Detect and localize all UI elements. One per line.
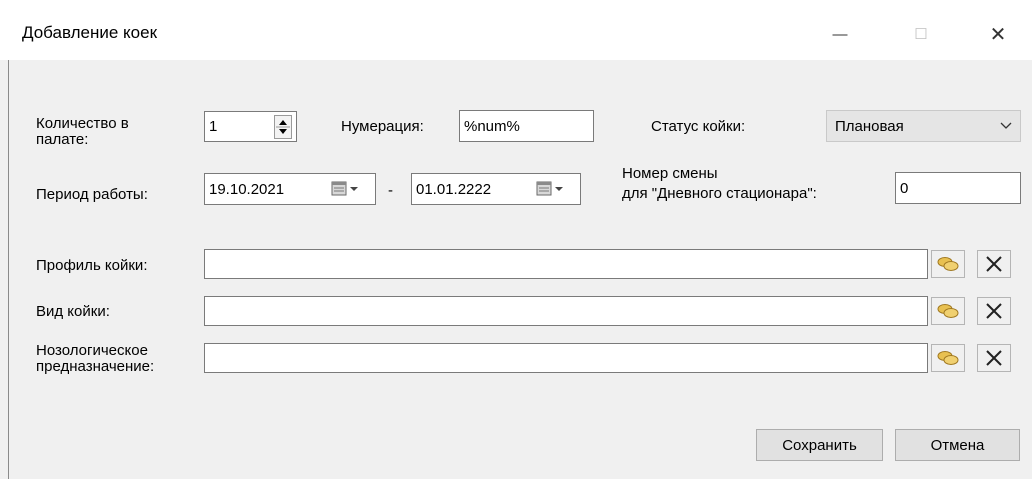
spinner-icon <box>276 120 290 134</box>
profile-label: Профиль койки: <box>36 257 148 274</box>
nosology-lookup-button[interactable] <box>931 344 965 372</box>
status-value: Плановая <box>835 117 904 135</box>
title-bar: Добавление коек — ☐ ✕ <box>0 0 1032 60</box>
numbering-field[interactable]: %num% <box>459 110 594 142</box>
cancel-button-label: Отмена <box>930 436 985 454</box>
clear-icon <box>986 256 1002 272</box>
maximize-icon: ☐ <box>914 26 928 43</box>
type-clear-button[interactable] <box>977 297 1011 325</box>
clear-icon <box>986 303 1002 319</box>
nosology-clear-button[interactable] <box>977 344 1011 372</box>
profile-field[interactable] <box>204 249 928 279</box>
period-to-calendar-button[interactable] <box>535 178 575 200</box>
shift-label-line1: Номер смены <box>622 165 718 182</box>
calendar-icon <box>331 181 358 196</box>
nosology-field[interactable] <box>204 343 928 373</box>
minimize-button[interactable]: — <box>817 14 863 54</box>
type-field[interactable] <box>204 296 928 326</box>
lookup-icon <box>937 304 959 318</box>
minimize-icon: — <box>832 25 848 43</box>
maximize-button[interactable]: ☐ <box>898 14 944 54</box>
window-left-border <box>0 60 9 479</box>
count-label: Количество в палате: <box>36 115 129 148</box>
profile-clear-button[interactable] <box>977 250 1011 278</box>
period-from-calendar-button[interactable] <box>330 178 370 200</box>
lookup-icon <box>937 257 959 271</box>
calendar-icon <box>536 181 563 196</box>
save-button[interactable]: Сохранить <box>756 429 883 461</box>
lookup-icon <box>937 351 959 365</box>
close-button[interactable]: ✕ <box>975 14 1021 54</box>
type-lookup-button[interactable] <box>931 297 965 325</box>
nosology-label: Нозологическое предназначение: <box>36 342 155 375</box>
period-to-value: 01.01.2222 <box>416 180 492 198</box>
shift-label-line2: для "Дневного стационара": <box>622 185 817 202</box>
numbering-value: %num% <box>464 117 520 135</box>
shift-value: 0 <box>900 179 909 197</box>
save-button-label: Сохранить <box>782 436 857 454</box>
period-label: Период работы: <box>36 186 148 203</box>
chevron-down-icon <box>1000 122 1012 129</box>
period-dash: - <box>388 182 393 199</box>
close-icon: ✕ <box>989 23 1007 46</box>
profile-lookup-button[interactable] <box>931 250 965 278</box>
count-spinner[interactable] <box>274 115 292 139</box>
window-title: Добавление коек <box>22 23 158 42</box>
status-select[interactable]: Плановая <box>826 110 1021 142</box>
shift-number-field[interactable]: 0 <box>895 172 1021 204</box>
type-label: Вид койки: <box>36 303 110 320</box>
period-from-value: 19.10.2021 <box>209 180 285 198</box>
clear-icon <box>986 350 1002 366</box>
status-label: Статус койки: <box>651 118 746 135</box>
cancel-button[interactable]: Отмена <box>895 429 1020 461</box>
numbering-label: Нумерация: <box>341 118 424 135</box>
count-value: 1 <box>209 118 218 135</box>
